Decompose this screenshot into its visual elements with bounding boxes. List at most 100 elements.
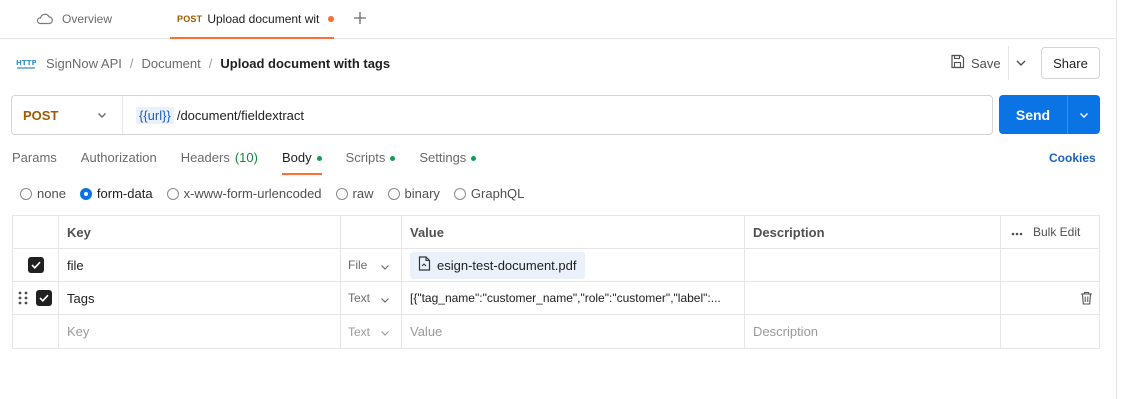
tab-settings[interactable]: Settings [419, 150, 477, 175]
radio-raw[interactable]: raw [335, 186, 374, 201]
tab-scripts[interactable]: Scripts [346, 150, 396, 175]
tab-body-label: Body [281, 150, 312, 165]
row-enabled-checkbox[interactable] [27, 257, 44, 273]
tab-params[interactable]: Params [12, 150, 57, 175]
chevron-down-icon [380, 261, 390, 271]
drag-handle-icon[interactable] [18, 291, 28, 305]
breadcrumb-collection[interactable]: SignNow API [46, 56, 122, 71]
tab-overview-label: Overview [62, 12, 113, 26]
type-select[interactable]: Text [341, 282, 402, 314]
radio-circle-icon [20, 187, 32, 200]
tab-settings-label: Settings [419, 150, 467, 165]
column-header-description: Description [745, 216, 1001, 248]
tab-headers[interactable]: Headers (10) [181, 150, 258, 175]
file-name: esign-test-document.pdf [437, 257, 577, 273]
save-button[interactable]: Save [950, 52, 1001, 74]
send-button[interactable]: Send [999, 95, 1100, 134]
radio-circle-icon [453, 187, 466, 200]
radio-x-www-form-urlencoded[interactable]: x-www-form-urlencoded [166, 186, 322, 201]
url-variable: {{url}} [136, 106, 174, 124]
bulk-edit-button[interactable]: Bulk Edit [1011, 225, 1080, 239]
chevron-down-icon [380, 294, 390, 304]
key-cell[interactable]: file [59, 249, 341, 281]
status-dot-icon [316, 156, 322, 161]
table-row: file File esign-test-document.pdf [13, 249, 1099, 282]
url-input[interactable]: {{url}} /document/fieldextract [136, 106, 305, 124]
type-select-value: Text [348, 324, 371, 339]
tab-request-name: Upload document with tags [207, 11, 320, 26]
overview-icon [36, 13, 54, 25]
radio-label: binary [404, 186, 440, 201]
form-data-table: Key Value Description Bulk Edit file Fil… [12, 215, 1100, 349]
radio-label: form-data [96, 186, 153, 201]
delete-row-trash-icon[interactable] [1080, 291, 1093, 305]
new-description-input[interactable]: Description [745, 315, 1001, 348]
radio-circle-icon [335, 187, 348, 200]
method-select-value: POST [23, 107, 59, 123]
tab-authorization[interactable]: Authorization [81, 150, 157, 175]
chevron-down-icon [380, 327, 390, 337]
tab-body[interactable]: Body [281, 150, 322, 175]
new-value-input[interactable]: Value [402, 315, 745, 348]
type-select-value: Text [348, 291, 371, 305]
radio-form-data[interactable]: form-data [79, 186, 153, 201]
type-select-value: File [348, 258, 368, 272]
file-chip[interactable]: esign-test-document.pdf [410, 251, 586, 279]
send-label: Send [1015, 106, 1051, 123]
chevron-down-icon [96, 109, 108, 121]
radio-circle-icon [387, 187, 400, 200]
column-header-key: Key [59, 216, 341, 248]
type-select[interactable]: Text [341, 315, 402, 348]
http-icon: HTTP [16, 55, 37, 71]
table-row-empty: Key Text Value Description [13, 315, 1099, 348]
save-icon [950, 54, 965, 72]
table-row: Tags Text [{"tag_name":"customer_name","… [13, 282, 1099, 315]
send-options-chevron-down-icon[interactable] [1068, 109, 1100, 121]
tab-method: POST [177, 13, 203, 24]
value-text: [{"tag_name":"customer_name","role":"cus… [410, 291, 721, 305]
radio-none[interactable]: none [20, 186, 66, 201]
status-dot-icon [471, 156, 477, 161]
key-cell[interactable]: Tags [59, 282, 341, 314]
breadcrumb-separator: / [129, 55, 134, 71]
unsaved-dot-icon [328, 15, 334, 22]
tab-request-active[interactable]: POST Upload document with tags [170, 0, 334, 39]
description-cell[interactable] [745, 249, 1001, 281]
new-tab-plus-icon[interactable] [352, 10, 368, 26]
breadcrumb-separator: / [208, 55, 213, 71]
share-button[interactable]: Share [1041, 47, 1100, 79]
file-icon [418, 256, 431, 274]
row-enabled-checkbox[interactable] [35, 290, 52, 306]
tab-overview[interactable]: Overview [36, 0, 112, 38]
value-cell[interactable]: [{"tag_name":"customer_name","role":"cus… [402, 282, 745, 314]
tab-scripts-label: Scripts [345, 150, 386, 165]
more-horizontal-icon [1011, 225, 1023, 239]
type-select[interactable]: File [341, 249, 402, 281]
status-dot-icon [390, 156, 396, 161]
method-select[interactable]: POST [12, 96, 123, 134]
save-divider [1008, 46, 1009, 80]
radio-binary[interactable]: binary [387, 186, 440, 201]
column-header-value: Value [402, 216, 745, 248]
tab-headers-label: Headers [180, 150, 230, 165]
tab-bar: Overview POST Upload document with tags [0, 0, 1116, 39]
breadcrumb-current[interactable]: Upload document with tags [220, 56, 390, 71]
headers-count: (10) [234, 150, 258, 165]
breadcrumb: HTTP SignNow API / Document / Upload doc… [16, 52, 390, 74]
tab-params-label: Params [12, 150, 57, 165]
body-type-radio-group: none form-data x-www-form-urlencoded raw… [20, 186, 538, 201]
save-options-chevron-down-icon[interactable] [1014, 56, 1028, 70]
radio-graphql[interactable]: GraphQL [453, 186, 524, 201]
description-cell[interactable] [745, 282, 1001, 314]
radio-selected-icon [79, 187, 92, 200]
url-path: /document/fieldextract [176, 107, 305, 123]
new-key-input[interactable]: Key [59, 315, 341, 348]
breadcrumb-folder[interactable]: Document [142, 56, 201, 71]
radio-label: none [37, 186, 66, 201]
url-bar: POST {{url}} /document/fieldextract [11, 95, 993, 135]
cookies-link[interactable]: Cookies [1049, 151, 1096, 165]
tab-authorization-label: Authorization [80, 150, 157, 165]
radio-label: x-www-form-urlencoded [183, 186, 322, 201]
radio-label: raw [352, 186, 374, 201]
panel-divider [1116, 0, 1117, 399]
